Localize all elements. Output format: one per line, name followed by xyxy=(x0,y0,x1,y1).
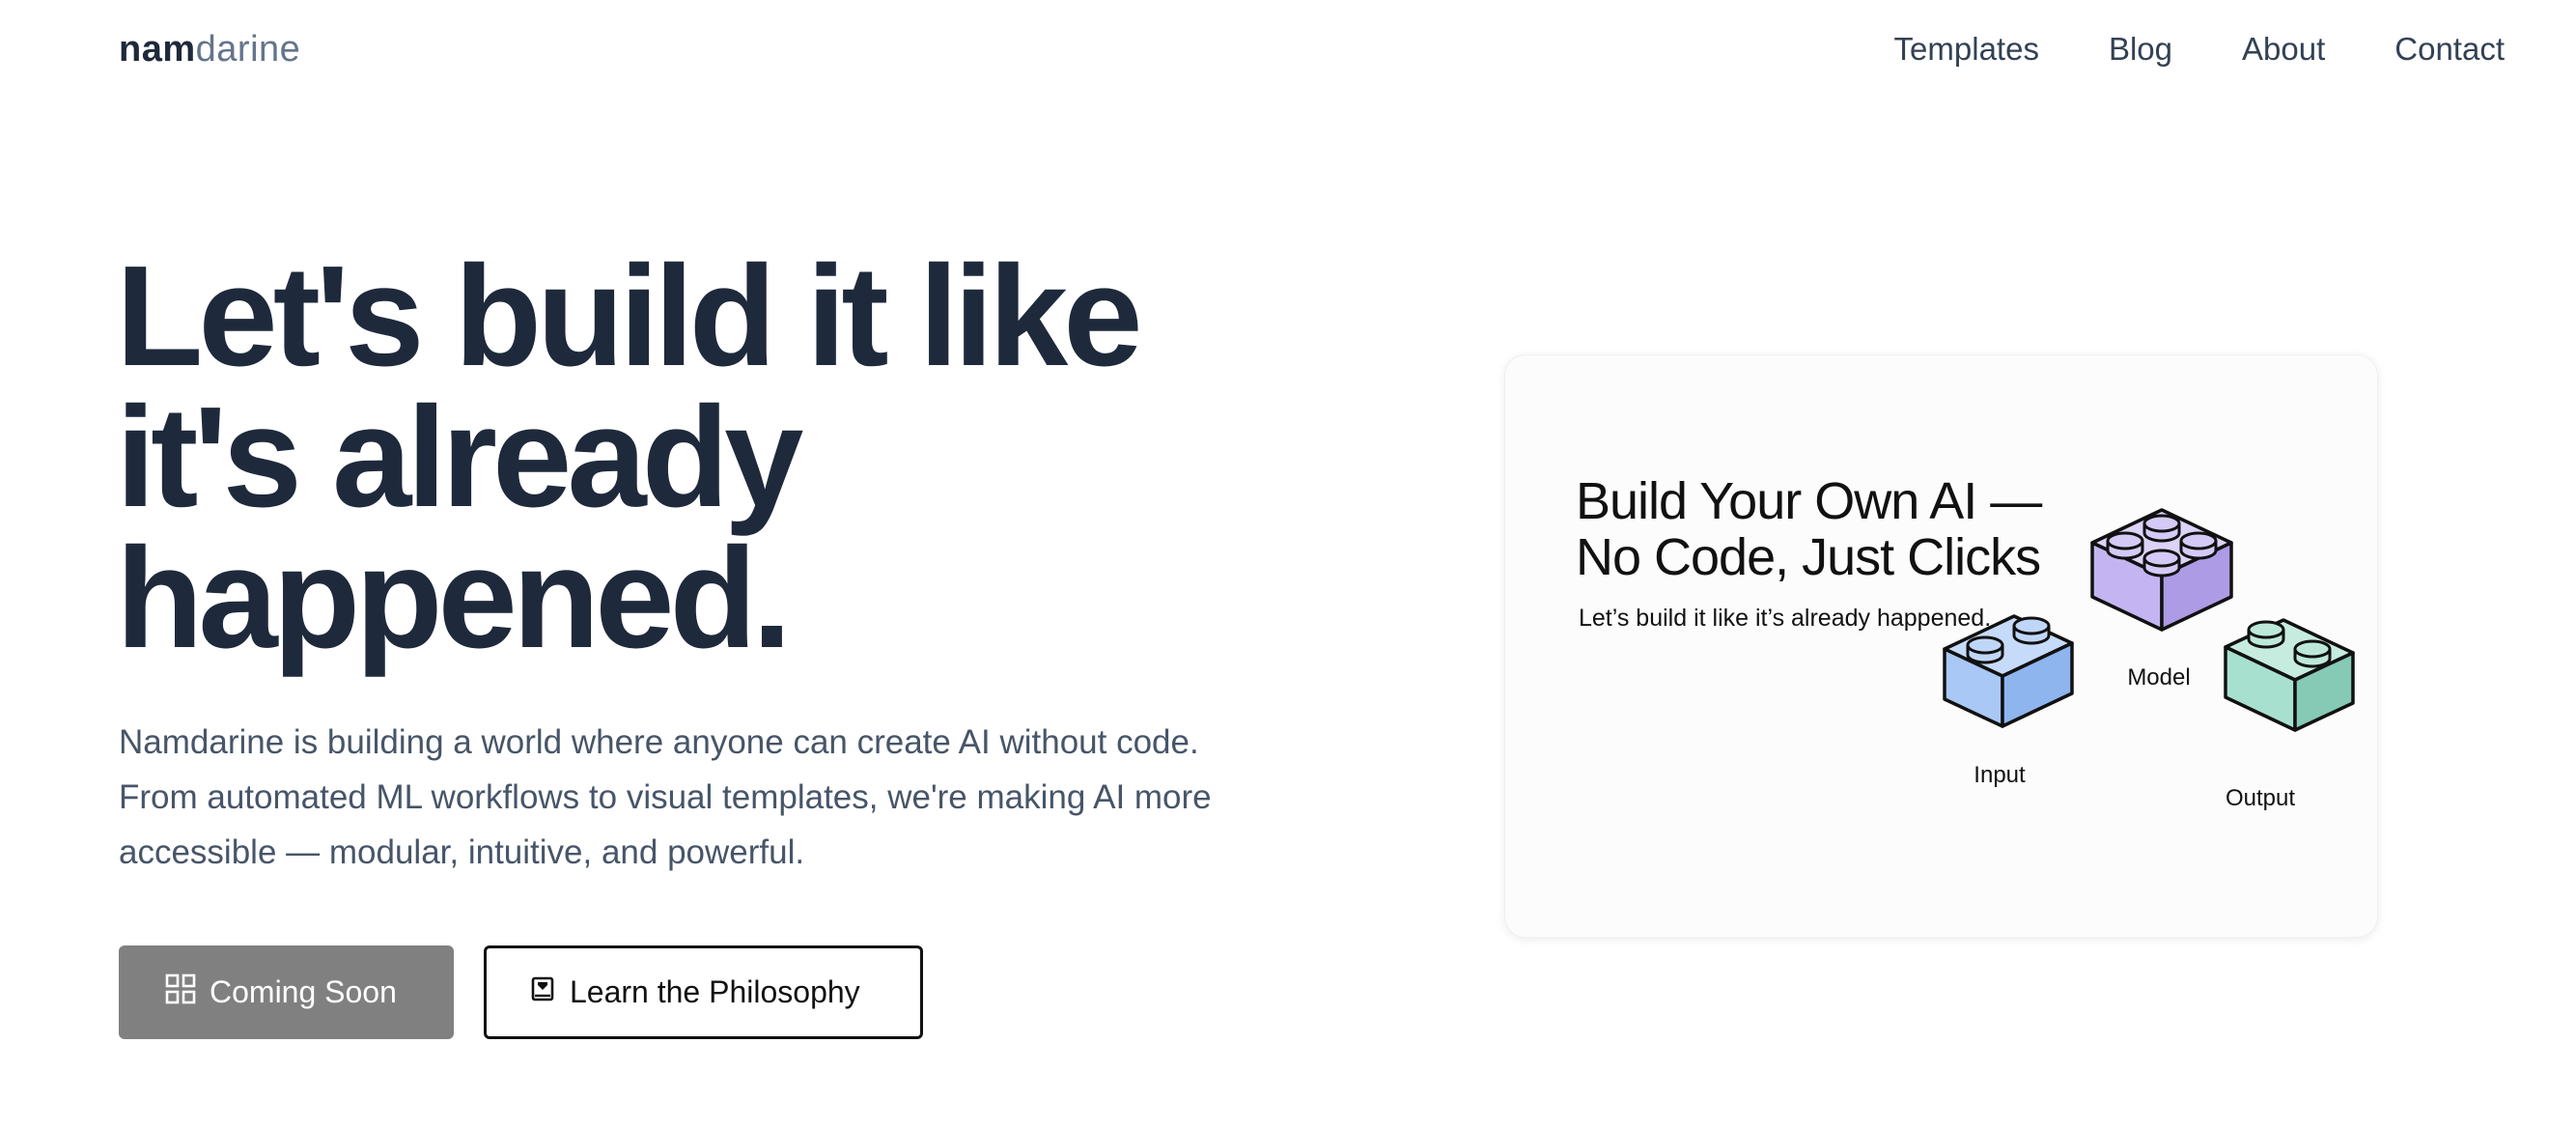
input-block-label: Input xyxy=(1974,762,2026,788)
nav-link-templates[interactable]: Templates xyxy=(1894,31,2039,68)
brand-logo[interactable]: namdarine xyxy=(119,29,300,70)
book-icon xyxy=(529,974,556,1010)
nav-links: Templates Blog About Contact xyxy=(1894,31,2505,68)
output-block-icon xyxy=(2224,618,2355,732)
hero-title-line-3: happened. xyxy=(116,519,792,678)
output-block-label: Output xyxy=(2226,785,2295,811)
model-block-label: Model xyxy=(2127,664,2190,691)
logo-bold-part: nam xyxy=(119,29,196,70)
logo-light-part: darine xyxy=(195,29,301,70)
learn-philosophy-label: Learn the Philosophy xyxy=(570,974,860,1009)
hero-description: Namdarine is building a world where anyo… xyxy=(119,723,1212,871)
grid-icon xyxy=(165,973,196,1012)
coming-soon-button[interactable]: Coming Soon xyxy=(119,945,454,1039)
hero-title: Let's build it like it's already happened. xyxy=(116,245,1332,670)
top-navigation: namdarine Templates Blog About Contact xyxy=(0,0,2576,104)
hero-title-line-2: it's already xyxy=(116,378,803,537)
hero-title-line-1: Let's build it like xyxy=(116,237,1143,396)
coming-soon-label: Coming Soon xyxy=(210,974,397,1009)
building-blocks-illustration: Model Input Output xyxy=(1943,508,2355,811)
learn-philosophy-button[interactable]: Learn the Philosophy xyxy=(484,945,923,1039)
nav-link-blog[interactable]: Blog xyxy=(2109,31,2172,68)
hero-illustration-card: Build Your Own AI — No Code, Just Clicks … xyxy=(1504,354,2378,938)
model-block-icon xyxy=(2090,508,2233,632)
nav-link-about[interactable]: About xyxy=(2242,31,2325,68)
input-block-icon xyxy=(1943,614,2074,728)
nav-link-contact[interactable]: Contact xyxy=(2394,31,2505,68)
